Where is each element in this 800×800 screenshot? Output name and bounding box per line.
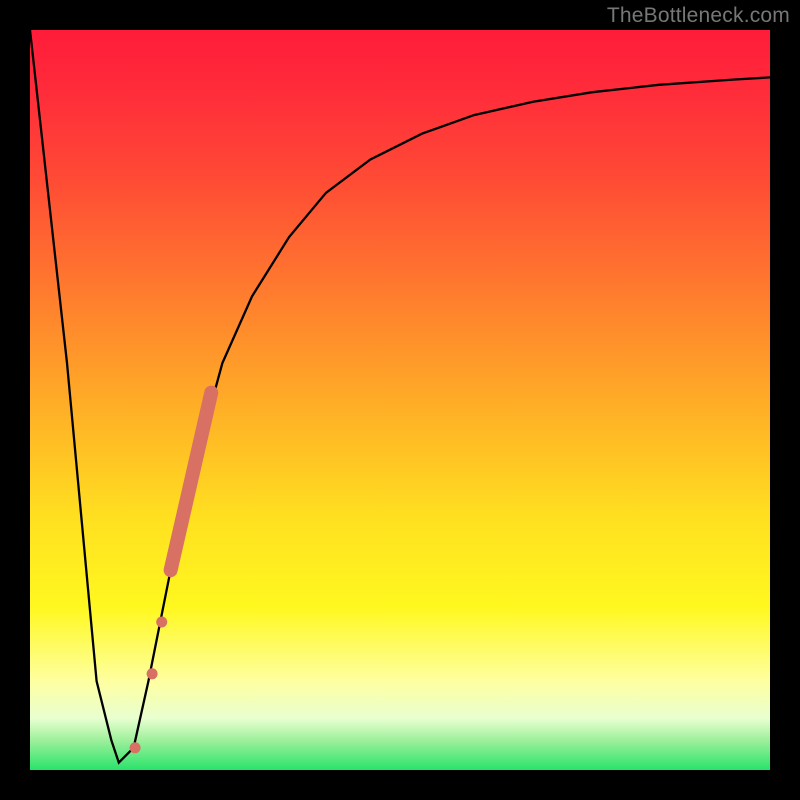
marker-c	[156, 617, 167, 628]
marker-stroke	[171, 393, 212, 571]
plot-area	[30, 30, 770, 770]
chart-frame: TheBottleneck.com	[0, 0, 800, 800]
marker-b	[147, 668, 158, 679]
watermark-text: TheBottleneck.com	[607, 4, 790, 28]
bottleneck-curve	[30, 30, 770, 763]
marker-a	[130, 742, 141, 753]
curve-svg	[30, 30, 770, 770]
